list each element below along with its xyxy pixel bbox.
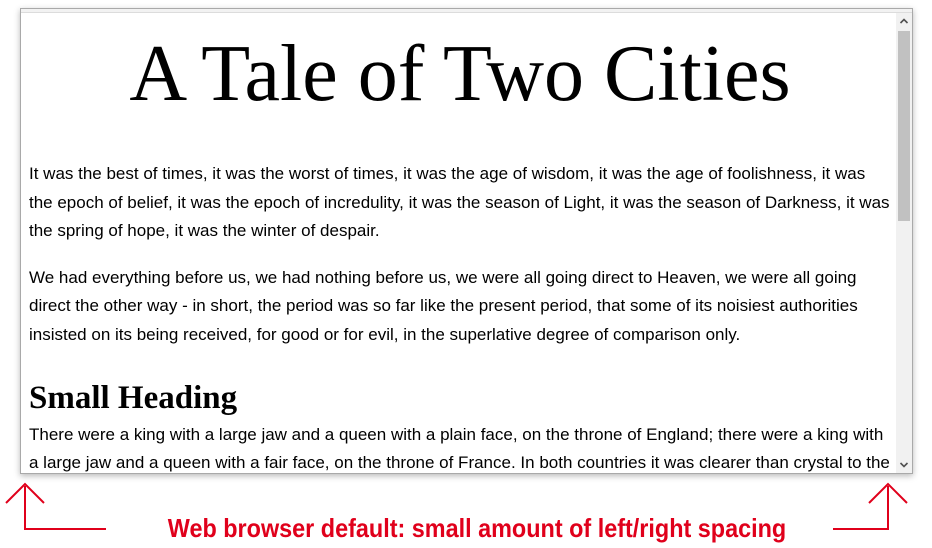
paragraph-2: We had everything before us, we had noth… [29,267,858,344]
paragraph-1: It was the best of times, it was the wor… [29,164,890,241]
scrollbar-thumb[interactable] [898,31,910,221]
vertical-scrollbar[interactable] [896,13,912,473]
scroll-up-button[interactable] [896,13,912,29]
annotation-caption: Web browser default: small amount of lef… [167,513,787,543]
scroll-down-button[interactable] [896,457,912,473]
arrow-up-left-icon [5,482,106,530]
browser-viewport: A Tale of Two Cities It was the best of … [20,8,913,474]
page-content: A Tale of Two Cities It was the best of … [29,13,891,473]
arrow-up-right-icon [833,482,908,530]
chevron-up-icon [899,18,909,24]
chevron-down-icon [899,462,909,468]
section-heading: Small Heading [29,379,238,416]
section-paragraph: There were a king with a large jaw and a… [29,424,890,473]
screenshot-stage: A Tale of Two Cities It was the best of … [0,0,932,548]
page-title: A Tale of Two Cities [129,30,791,118]
